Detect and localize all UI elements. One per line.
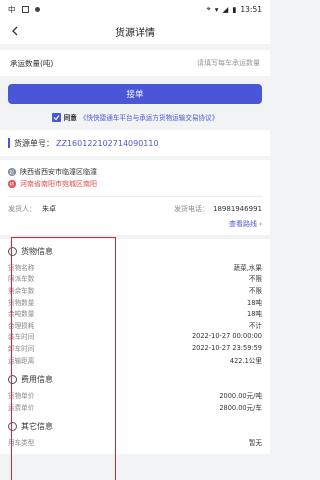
cargo-row: 装车时间 2022-10-27 00:00:00 <box>8 331 262 343</box>
title-bar: 货源详情 <box>0 18 270 44</box>
cargo-row-key: 剩余车数 <box>8 286 35 295</box>
agreement-row: 同意 《快快捷通车平台与承运方货物运输交易协议》 <box>0 108 270 126</box>
cargo-title-text: 货物信息 <box>21 246 53 256</box>
cargo-row-value: 蔬菜,水果 <box>233 263 262 272</box>
back-arrow-icon <box>12 26 18 36</box>
view-route-link[interactable]: 查看路线 › <box>8 215 262 233</box>
accent-bar <box>8 138 10 148</box>
page-title: 货源详情 <box>115 27 155 39</box>
accept-wrap: 接单 <box>0 76 270 108</box>
order-number-row: 货源单号： ZZ160122102714090110 <box>0 130 270 156</box>
destination-address-text: 河南省南阳市宛城区南阳 <box>20 180 97 188</box>
cargo-row-value: 不计 <box>248 321 262 330</box>
origin-address: 起 陕西省西安市临潼区临潼 <box>8 166 262 178</box>
cargo-row-value: 18吨 <box>247 310 262 319</box>
order-number-value: ZZ160122102714090110 <box>56 138 159 148</box>
cargo-row: 余吨数量 18吨 <box>8 307 262 319</box>
wifi-icon: ▾ <box>214 4 219 14</box>
app-icon <box>34 6 40 12</box>
quantity-row: 承运数量(吨) <box>0 50 270 76</box>
cargo-row-value: 不限 <box>248 286 262 295</box>
shipper-phone-label: 发货电话： <box>174 205 209 213</box>
other-section-icon <box>8 422 17 432</box>
accept-order-button[interactable]: 接单 <box>8 84 262 104</box>
other-title-text: 其它信息 <box>21 422 53 432</box>
agreement-link[interactable]: 《快快捷通车平台与承运方货物运输交易协议》 <box>80 112 218 122</box>
cargo-section-icon <box>8 246 17 256</box>
fees-row-key: 运费单价 <box>8 403 35 412</box>
fees-row: 运费单价 2800.00元/车 <box>8 401 262 413</box>
cargo-row-key: 合理损耗 <box>8 321 35 330</box>
fees-section-icon <box>8 374 17 384</box>
notification-icon <box>21 5 29 13</box>
other-row: 用车类型 暂无 <box>8 437 262 449</box>
battery-icon: ▮ <box>232 4 237 14</box>
address-block: 起 陕西省西安市临潼区临潼 终 河南省南阳市宛城区南阳 发货人： 朱卓 发货电话… <box>0 160 270 235</box>
cargo-row-key: 运输距离 <box>8 356 35 365</box>
cargo-row: 运输距离 422.1公里 <box>8 354 262 366</box>
cargo-row-key: 货物数量 <box>8 298 35 307</box>
other-row-value: 暂无 <box>248 439 262 448</box>
fees-row: 货物单价 2000.00元/吨 <box>8 389 262 401</box>
cargo-row: 货物名称 蔬菜,水果 <box>8 261 262 273</box>
cargo-row-key: 货物名称 <box>8 263 35 272</box>
shipper-name: 朱卓 <box>42 205 56 213</box>
fees-row-value: 2800.00元/车 <box>219 403 262 412</box>
destination-pin-icon: 终 <box>8 180 16 188</box>
status-bar: 中 ⌖ ▾ ◢ ▮ 13:51 <box>0 0 270 18</box>
origin-address-text: 陕西省西安市临潼区临潼 <box>20 168 97 176</box>
cargo-row-value: 18吨 <box>247 298 262 307</box>
status-carrier: 中 <box>8 4 16 14</box>
cargo-row-value: 422.1公里 <box>229 356 262 365</box>
check-icon <box>53 114 60 120</box>
fees-row-key: 货物单价 <box>8 392 35 401</box>
quantity-input[interactable] <box>120 59 260 67</box>
cargo-row: 货物数量 18吨 <box>8 296 262 308</box>
fees-row-value: 2000.00元/吨 <box>219 392 262 401</box>
status-time: 13:51 <box>240 4 262 14</box>
cargo-row: 剩余车数 不限 <box>8 284 262 296</box>
cargo-row-value: 不限 <box>248 275 262 284</box>
destination-address: 终 河南省南阳市宛城区南阳 <box>8 178 262 190</box>
cargo-row: 合理损耗 不计 <box>8 319 262 331</box>
other-section-title: 其它信息 <box>8 421 262 433</box>
location-icon: ⌖ <box>206 4 211 13</box>
cargo-row: 限派车数 不限 <box>8 273 262 285</box>
other-row-key: 用车类型 <box>8 439 35 448</box>
shipper-row: 发货人： 朱卓 发货电话： 18981946991 <box>8 203 262 215</box>
fees-title-text: 费用信息 <box>21 374 53 384</box>
cargo-row-value: 2022-10-27 23:59:59 <box>191 343 262 352</box>
order-number-label: 货源单号： <box>14 138 54 148</box>
back-button[interactable] <box>6 22 24 40</box>
origin-pin-icon: 起 <box>8 168 16 176</box>
divider <box>8 196 262 197</box>
shipper-phone[interactable]: 18981946991 <box>213 205 262 213</box>
cargo-row-key: 装车时间 <box>8 333 35 342</box>
shipper-name-label: 发货人： <box>8 205 36 213</box>
cargo-row-key: 卸车时间 <box>8 344 35 353</box>
details-block: 货物信息 货物名称 蔬菜,水果 限派车数 不限 剩余车数 不限 货物数量 18吨 余吨数量 18吨… <box>0 239 270 455</box>
agreement-prefix: 同意 <box>63 114 77 122</box>
cargo-section-title: 货物信息 <box>8 245 262 257</box>
cargo-row-key: 余吨数量 <box>8 310 35 319</box>
signal-icon: ◢ <box>222 4 229 14</box>
cargo-row-key: 限派车数 <box>8 275 35 284</box>
cargo-row-value: 2022-10-27 00:00:00 <box>191 332 262 341</box>
fees-section-title: 费用信息 <box>8 373 262 385</box>
quantity-label: 承运数量(吨) <box>10 58 54 68</box>
agreement-checkbox[interactable] <box>51 112 61 122</box>
cargo-row: 卸车时间 2022-10-27 23:59:59 <box>8 342 262 354</box>
